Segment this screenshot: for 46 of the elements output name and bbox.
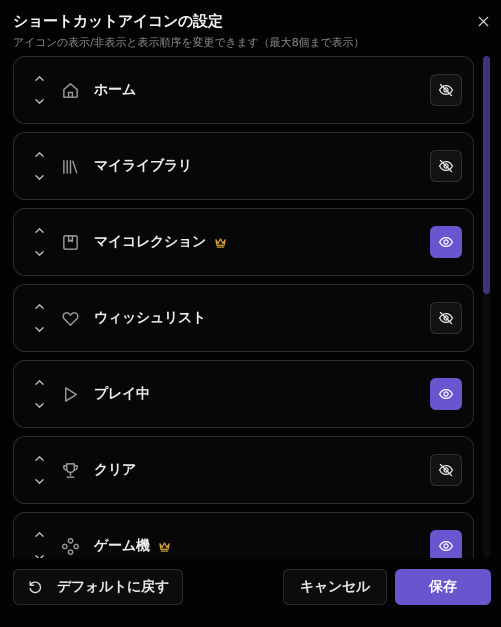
eye-icon — [438, 386, 454, 402]
close-icon[interactable] — [478, 16, 489, 27]
dialog-subtitle: アイコンの表示/非表示と表示順序を変更できます（最大8個まで表示） — [13, 36, 366, 50]
reset-icon — [27, 579, 43, 595]
hide-toggle-button[interactable] — [430, 454, 462, 486]
shortcut-label: ゲーム機 — [94, 537, 150, 555]
show-toggle-button[interactable] — [430, 378, 462, 410]
move-up-icon[interactable] — [34, 227, 44, 234]
move-up-icon[interactable] — [34, 151, 44, 158]
shortcut-label: プレイ中 — [94, 385, 150, 403]
eye-slash-icon — [438, 82, 454, 98]
eye-slash-icon — [438, 462, 454, 478]
move-down-icon[interactable] — [34, 326, 44, 333]
move-down-icon[interactable] — [34, 402, 44, 409]
shortcut-label: ホーム — [94, 81, 136, 99]
eye-slash-icon — [438, 310, 454, 326]
move-up-icon[interactable] — [34, 75, 44, 82]
gamepad-icon — [61, 536, 80, 556]
trophy-icon — [61, 460, 80, 480]
hide-toggle-button[interactable] — [430, 74, 462, 106]
move-down-icon[interactable] — [34, 478, 44, 485]
show-toggle-button[interactable] — [430, 530, 462, 558]
move-down-icon[interactable] — [34, 98, 44, 105]
hide-toggle-button[interactable] — [430, 302, 462, 334]
shortcut-label: クリア — [94, 461, 136, 479]
move-down-icon[interactable] — [34, 250, 44, 257]
save-button[interactable]: 保存 — [395, 569, 491, 605]
eye-icon — [438, 538, 454, 554]
move-up-icon[interactable] — [34, 379, 44, 386]
shortcut-label: マイライブラリ — [94, 157, 192, 175]
move-up-icon[interactable] — [34, 531, 44, 538]
shortcut-label: マイコレクション — [94, 233, 206, 251]
dialog-title: ショートカットアイコンの設定 — [13, 11, 224, 31]
scrollbar[interactable] — [483, 56, 490, 558]
hide-toggle-button[interactable] — [430, 150, 462, 182]
cancel-button[interactable]: キャンセル — [283, 569, 387, 605]
shortcut-label: ウィッシュリスト — [94, 309, 206, 327]
home-icon — [61, 80, 80, 100]
eye-slash-icon — [438, 158, 454, 174]
eye-icon — [438, 234, 454, 250]
show-toggle-button[interactable] — [430, 226, 462, 258]
move-up-icon[interactable] — [34, 303, 44, 310]
move-up-icon[interactable] — [34, 455, 44, 462]
reset-default-button[interactable]: デフォルトに戻す — [13, 569, 183, 605]
bookmark-icon — [61, 232, 80, 252]
move-down-icon[interactable] — [34, 174, 44, 181]
